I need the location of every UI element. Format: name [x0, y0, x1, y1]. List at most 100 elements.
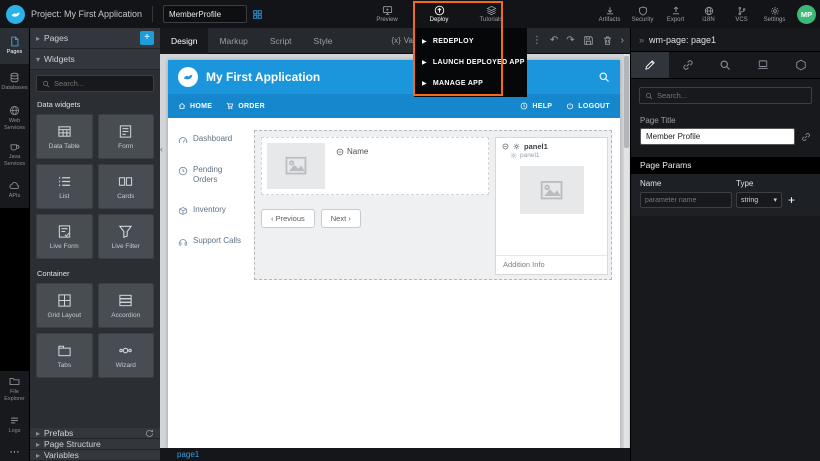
preview-button[interactable]: Preview [368, 0, 406, 28]
section-prefabs[interactable]: ▸ Prefabs [30, 428, 160, 439]
properties-search-input[interactable] [657, 91, 806, 100]
param-name-input[interactable] [640, 192, 732, 208]
menu-item-manage-app[interactable]: ▶ MANAGE APP [414, 73, 527, 94]
settings-button[interactable]: Settings [759, 6, 790, 23]
gear-icon[interactable] [513, 143, 520, 150]
sidenav-dashboard[interactable]: Dashboard [178, 134, 242, 145]
previous-button[interactable]: ‹ Previous [261, 209, 315, 228]
avatar-image-placeholder [267, 143, 325, 189]
sidenav-support-calls[interactable]: Support Calls [178, 236, 242, 247]
nav-help[interactable]: HELP [520, 102, 552, 110]
search-icon [645, 92, 653, 100]
properties-tab[interactable] [631, 52, 669, 78]
widget-list[interactable]: List [36, 164, 93, 209]
widget-live-form[interactable]: Live Form [36, 214, 93, 259]
next-button[interactable]: Next › [321, 209, 361, 228]
left-panel: ▸ Pages + ▾ Widgets Data widgets Data Ta… [30, 28, 160, 461]
i18n-button[interactable]: i18N [693, 6, 724, 23]
panel1-widget[interactable]: panel1 panel1 Addition Info [495, 137, 608, 275]
add-param-button[interactable]: + [786, 194, 797, 206]
page-tab-page1[interactable]: page1 [160, 450, 199, 459]
wavemaker-logo-icon[interactable] [6, 5, 25, 24]
bind-icon[interactable] [336, 148, 344, 156]
sidenav-pending-orders[interactable]: Pending Orders [178, 165, 242, 185]
more-options-button[interactable]: ⋯ [0, 443, 29, 461]
artifacts-button[interactable]: Artifacts [594, 6, 625, 23]
trash-icon[interactable] [602, 35, 613, 46]
widget-live-filter[interactable]: Live Filter [98, 214, 155, 259]
save-icon[interactable] [583, 35, 594, 46]
cart-icon [226, 102, 234, 110]
name-label: Name [347, 147, 368, 156]
section-pages[interactable]: ▸ Pages + [30, 28, 160, 49]
tab-markup[interactable]: Markup [208, 28, 258, 54]
chevrons-right-icon[interactable]: » [639, 35, 644, 45]
widget-form[interactable]: Form [98, 114, 155, 159]
styles-tab[interactable] [669, 52, 707, 78]
rail-item-file-explorer[interactable]: File Explorer [0, 371, 29, 407]
page-title-input[interactable] [640, 128, 795, 145]
widget-cards[interactable]: Cards [98, 164, 155, 209]
app-search-icon[interactable] [598, 71, 610, 83]
app-header: My First Application [168, 60, 620, 94]
widget-tabs[interactable]: Tabs [36, 333, 93, 378]
variables-button[interactable]: {x} Va [391, 36, 413, 45]
deploy-button[interactable]: Deploy [420, 0, 458, 28]
user-avatar[interactable]: MP [797, 5, 816, 24]
canvas-scrollbar[interactable] [624, 54, 629, 448]
add-page-button[interactable]: + [140, 31, 154, 45]
export-button[interactable]: Export [660, 6, 691, 23]
redo-icon[interactable]: ↷ [566, 36, 574, 46]
selected-widget-title: wm-page: page1 [649, 35, 716, 45]
widget-data-table[interactable]: Data Table [36, 114, 93, 159]
nav-logout[interactable]: LOGOUT [566, 102, 610, 110]
chevron-right-icon: ▸ [36, 429, 40, 438]
tutorials-label: Tutorials [480, 17, 503, 23]
param-type-select[interactable]: string ▾ [736, 192, 782, 208]
tab-style[interactable]: Style [303, 28, 344, 54]
section-page-structure[interactable]: ▸ Page Structure [30, 439, 160, 450]
menu-item-launch-deployed-app[interactable]: ▶ LAUNCH DEPLOYED APP [414, 52, 527, 73]
collapse-left-panel-icon[interactable]: ‹ [160, 144, 163, 154]
selected-layout-container[interactable]: Name ‹ Previous Next › panel1 [254, 130, 612, 280]
scrollbar-thumb[interactable] [624, 56, 629, 148]
vcs-button[interactable]: VCS [726, 6, 757, 23]
funnel-icon [118, 224, 133, 239]
tab-script[interactable]: Script [259, 28, 303, 54]
widget-accordion[interactable]: Accordion [98, 283, 155, 328]
more-vertical-icon[interactable]: ⋮ [532, 36, 542, 46]
tab-design[interactable]: Design [160, 28, 208, 54]
minus-circle-icon[interactable] [502, 143, 509, 150]
widget-grid-layout[interactable]: Grid Layout [36, 283, 93, 328]
collapse-right-icon[interactable]: › [621, 36, 624, 46]
tutorials-button[interactable]: Tutorials [472, 0, 510, 28]
nav-home[interactable]: HOME [178, 102, 212, 110]
rail-item-web-services[interactable]: Web Services [0, 100, 29, 136]
security-tab[interactable] [782, 52, 820, 78]
nav-order[interactable]: ORDER [226, 102, 265, 110]
list-widget[interactable]: Name [261, 137, 489, 195]
rail-item-apis[interactable]: APIs [0, 172, 29, 208]
open-page-tab[interactable]: MemberProfile [163, 5, 247, 23]
sidenav-inventory[interactable]: Inventory [178, 205, 242, 216]
rail-item-logs[interactable]: Logs [0, 407, 29, 443]
section-variables[interactable]: ▸ Variables [30, 450, 160, 461]
section-widgets[interactable]: ▾ Widgets [30, 49, 160, 70]
pages-grid-icon[interactable] [252, 9, 263, 20]
undo-icon[interactable]: ↶ [550, 36, 558, 46]
inspect-tab[interactable] [707, 52, 745, 78]
security-button[interactable]: Security [627, 6, 658, 23]
logs-icon [9, 415, 20, 426]
menu-item-redeploy[interactable]: ▶ REDEPLOY [414, 31, 527, 52]
rail-item-pages[interactable]: Pages [0, 28, 29, 64]
rail-item-java-services[interactable]: Java Services [0, 136, 29, 172]
link-icon[interactable] [801, 132, 811, 142]
power-icon [566, 102, 574, 110]
rail-item-databases[interactable]: Databases [0, 64, 29, 100]
widget-wizard[interactable]: Wizard [98, 333, 155, 378]
widget-search-input[interactable] [54, 79, 148, 88]
design-canvas: ‹ My First Application HOME ORDER [160, 54, 630, 448]
device-tab[interactable] [744, 52, 782, 78]
app-nav-bar: HOME ORDER HELP LOGOUT [168, 94, 620, 118]
refresh-icon[interactable] [145, 429, 154, 438]
